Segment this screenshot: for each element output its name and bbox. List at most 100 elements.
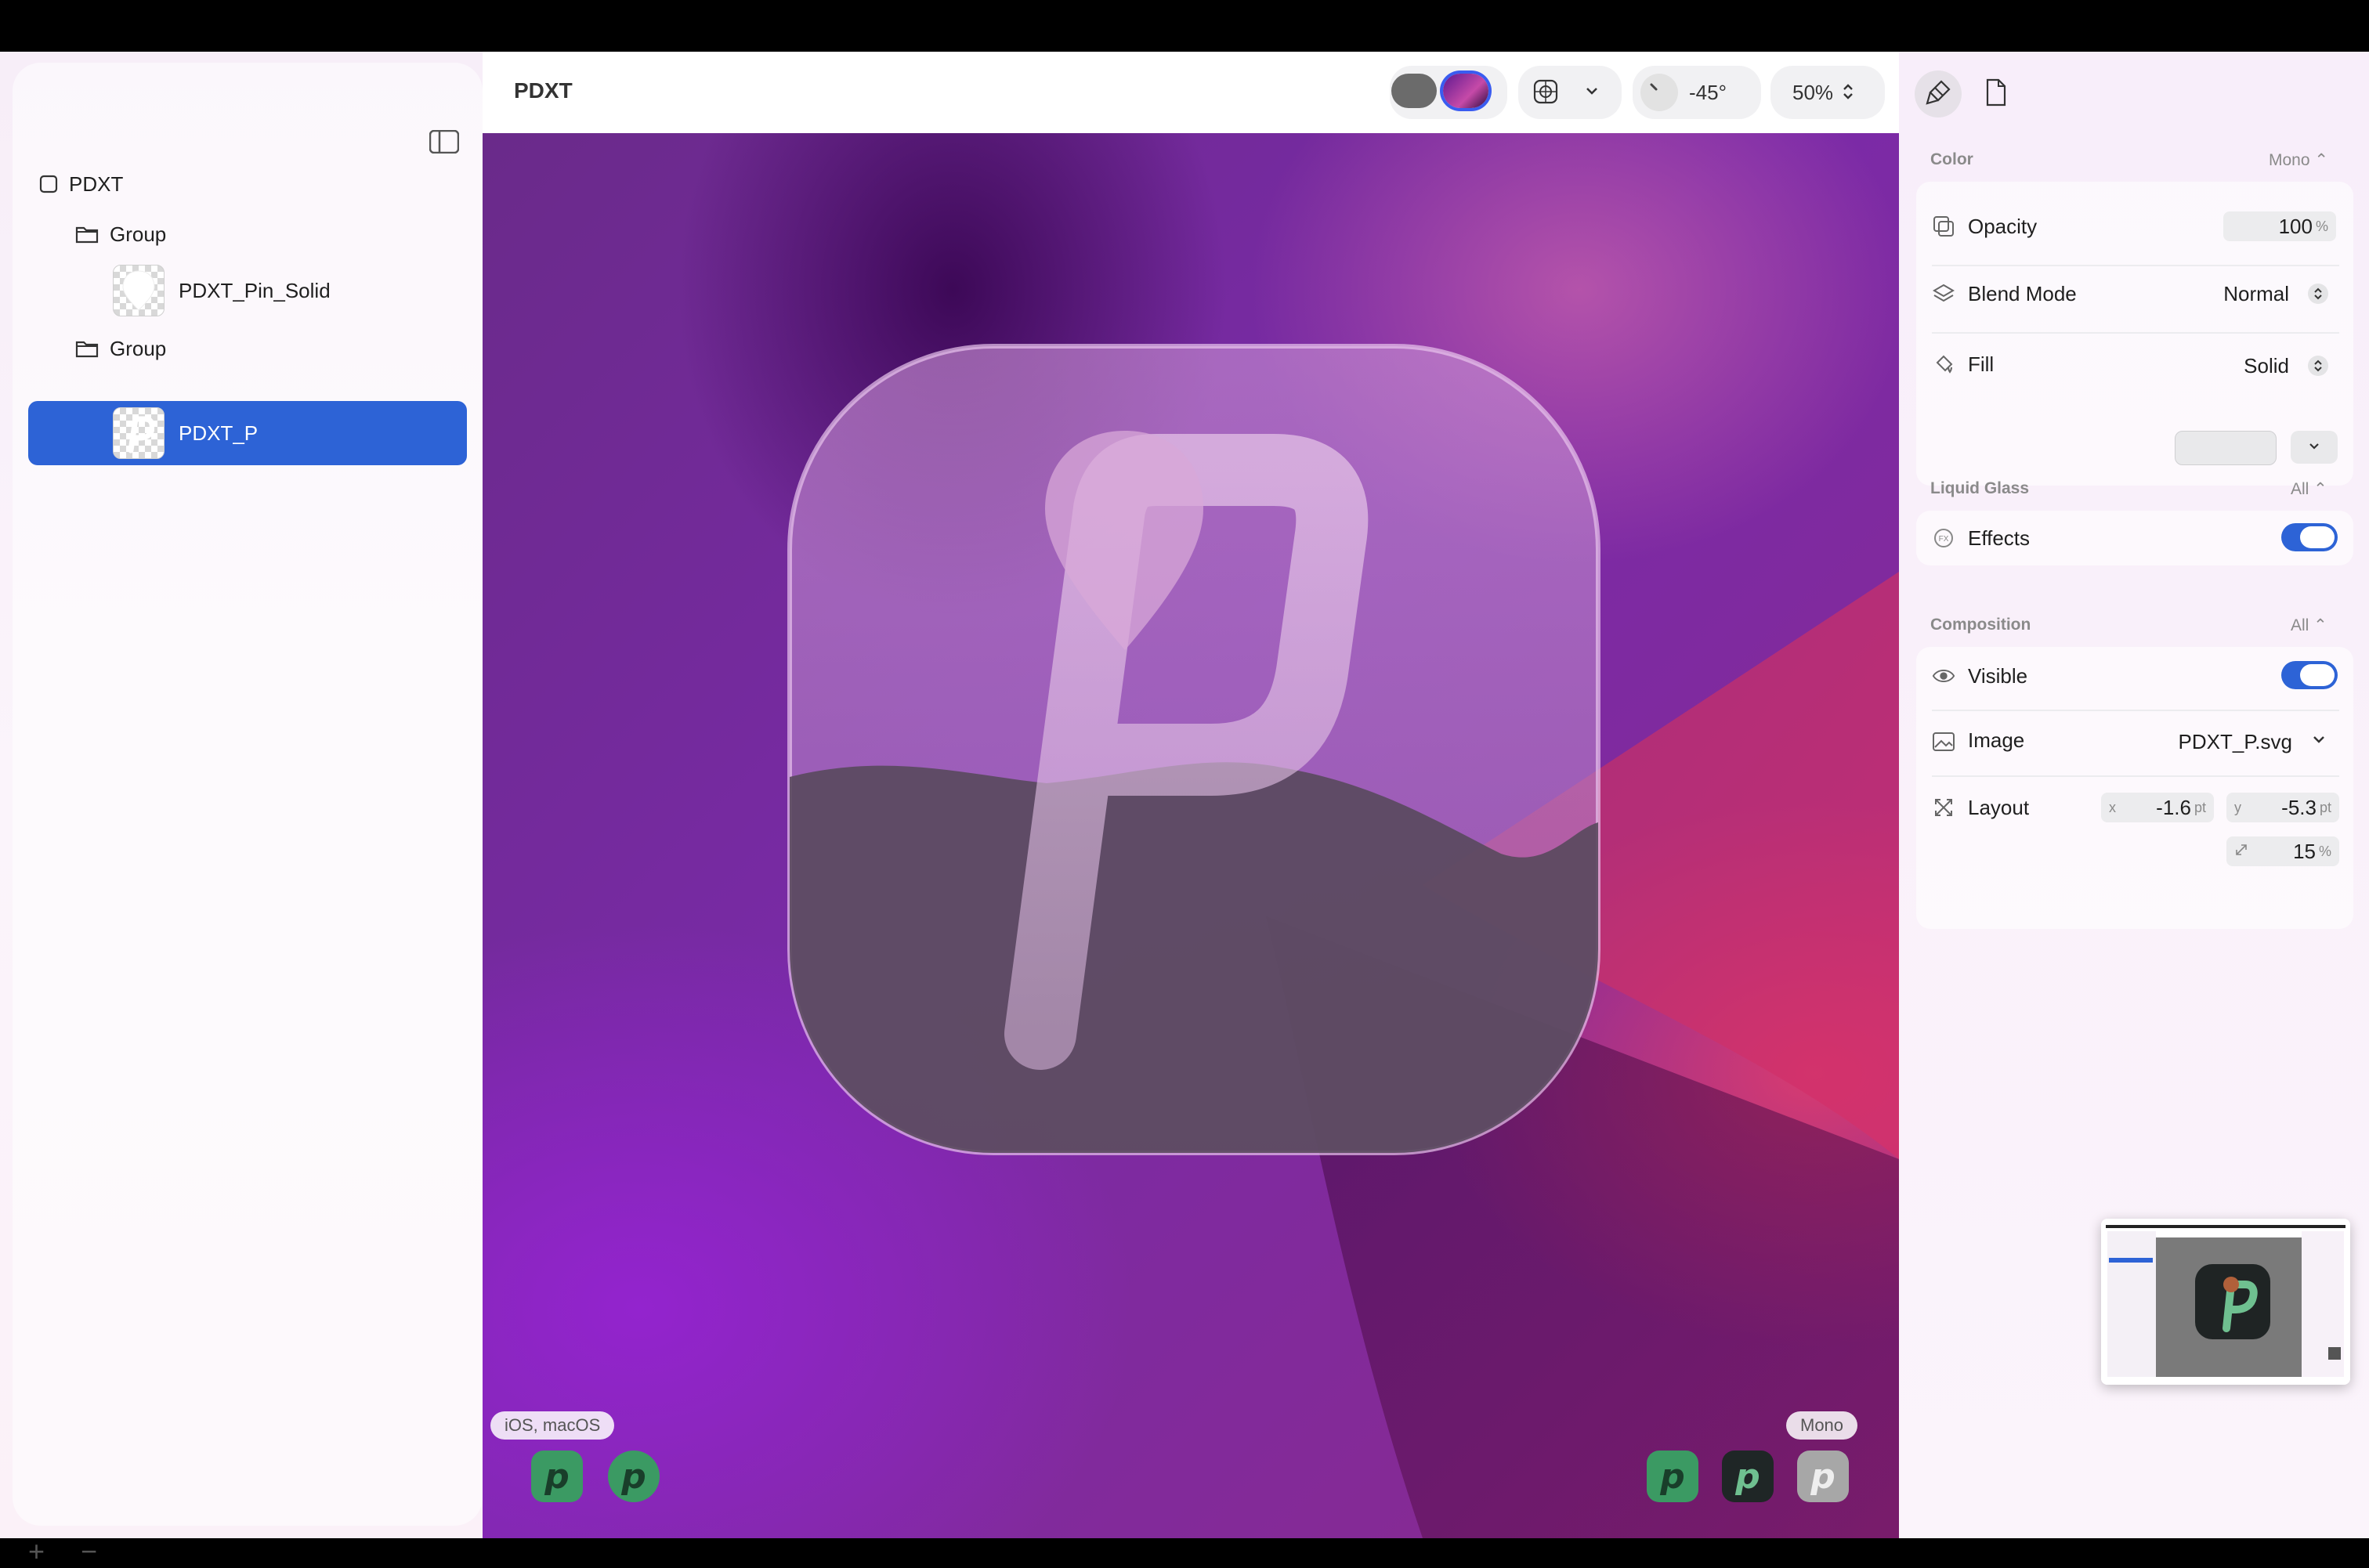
folder-icon (75, 339, 99, 358)
liquid-glass-section-label: Liquid Glass (1930, 479, 2030, 497)
chevron-down-icon[interactable] (1584, 83, 1600, 103)
layer-p[interactable]: PDXT_P (113, 407, 259, 459)
opacity-value: 100 (2278, 214, 2313, 238)
y-axis-letter: y (2234, 799, 2241, 815)
fill-dropdown-button[interactable] (2291, 431, 2338, 464)
layer-root-label: PDXT (69, 172, 124, 196)
chevron-down-icon[interactable] (2311, 732, 2327, 751)
color-card: Opacity 100% Blend Mode Normal Fill Soli… (1916, 182, 2353, 486)
dark-preview[interactable]: p (1722, 1451, 1774, 1502)
mode-chip: Mono (1786, 1411, 1858, 1440)
remove-layer-button[interactable]: − (81, 1535, 97, 1567)
document-icon (1984, 78, 2008, 110)
layout-label: Layout (1968, 796, 2030, 819)
y-unit: pt (2319, 799, 2331, 815)
preview-letter: p (621, 1456, 646, 1497)
layout-arrows-icon (1932, 796, 1955, 819)
fill-color-well[interactable] (2175, 431, 2277, 465)
image-value[interactable]: PDXT_P.svg (2151, 730, 2292, 754)
eye-icon (1932, 664, 1955, 688)
document-square-icon (39, 175, 58, 193)
opacity-field[interactable]: 100% (2223, 211, 2336, 241)
fill-stepper-icon[interactable] (2308, 356, 2328, 376)
image-icon (1932, 730, 1955, 753)
scale-unit: % (2318, 843, 2331, 859)
fill-bucket-icon (1932, 352, 1955, 376)
icon-canvas[interactable]: iOS, macOS p p Mono p p p (483, 133, 1899, 1538)
angle-value[interactable]: -45° (1689, 81, 1727, 105)
paintbrush-icon (1924, 78, 1952, 110)
divider (1932, 265, 2339, 266)
lighting-icon[interactable] (1532, 78, 1559, 109)
layer-pin[interactable]: PDXT_Pin_Solid (113, 265, 331, 316)
appearance-color-swatch[interactable] (1443, 74, 1488, 108)
opacity-unit: % (2315, 218, 2328, 234)
zoom-stepper-icon[interactable] (1841, 81, 1855, 106)
layout-y-field[interactable]: y -5.3 pt (2226, 793, 2339, 822)
composition-card: Visible Image PDXT_P.svg Layout x -1.6 pt… (1916, 647, 2353, 929)
angle-dial-icon[interactable] (1640, 74, 1678, 111)
layer-group-2[interactable]: Group (75, 326, 166, 371)
opacity-icon (1932, 215, 1955, 238)
mono-preview[interactable]: p (1797, 1451, 1849, 1502)
layout-scale-value: 15 (2293, 839, 2316, 863)
chevron-down-icon (2308, 439, 2320, 456)
layer-group-1[interactable]: Group (75, 211, 166, 257)
inspector-tab-appearance[interactable] (1915, 70, 1962, 117)
add-layer-button[interactable]: + (28, 1535, 45, 1567)
preview-letter: p (1660, 1456, 1685, 1497)
layer-p-label: PDXT_P (179, 421, 259, 445)
platform-chip: iOS, macOS (490, 1411, 615, 1440)
macos-preview[interactable]: p (608, 1451, 660, 1502)
layer-thumbnail (113, 265, 165, 316)
ios-light-preview[interactable]: p (531, 1451, 583, 1502)
effects-icon: FX (1932, 526, 1955, 550)
layer-root[interactable]: PDXT (39, 161, 123, 207)
layer-group-1-label: Group (110, 222, 167, 246)
effects-label: Effects (1968, 526, 2031, 550)
scale-arrow-icon (2234, 843, 2248, 861)
color-mode-selector[interactable]: Mono ⌃ (2269, 150, 2328, 170)
menu-bar (0, 0, 2369, 52)
svg-text:FX: FX (1939, 535, 1949, 544)
toolbar: PDXT -45° 50% (483, 52, 1899, 133)
effects-toggle[interactable] (2281, 523, 2338, 551)
fill-value[interactable]: Solid (2183, 354, 2289, 378)
divider (1932, 775, 2339, 777)
x-unit: pt (2194, 799, 2206, 815)
appearance-gray-swatch[interactable] (1391, 74, 1437, 108)
preview-letter: p (1810, 1456, 1836, 1497)
document-title: PDXT (514, 78, 573, 103)
layout-x-value: -1.6 (2156, 795, 2191, 819)
divider (1932, 332, 2339, 334)
liquid-glass-mode-selector[interactable]: All ⌃ (2291, 479, 2327, 499)
layout-x-field[interactable]: x -1.6 pt (2101, 793, 2214, 822)
layout-scale-field[interactable]: 15% (2226, 836, 2339, 866)
folder-icon (75, 225, 99, 244)
opacity-label: Opacity (1968, 215, 2038, 238)
screenshot-preview-thumbnail[interactable] (2101, 1219, 2350, 1385)
composition-mode-selector[interactable]: All ⌃ (2291, 616, 2327, 635)
blend-mode-stepper-icon[interactable] (2308, 284, 2328, 304)
blend-mode-label: Blend Mode (1968, 282, 2077, 305)
liquid-glass-card: FX Effects (1916, 511, 2353, 565)
divider (1932, 710, 2339, 711)
layer-pin-label: PDXT_Pin_Solid (179, 278, 331, 302)
zoom-value[interactable]: 50% (1792, 81, 1833, 105)
image-label: Image (1968, 728, 2025, 752)
light-preview[interactable]: p (1647, 1451, 1698, 1502)
preview-letter: p (1735, 1456, 1760, 1497)
color-section-label: Color (1930, 150, 1973, 168)
sidebar-toggle-icon[interactable] (429, 129, 460, 154)
layout-y-value: -5.3 (2281, 795, 2317, 819)
composition-section-label: Composition (1930, 616, 2031, 634)
layer-group-2-label: Group (110, 336, 167, 360)
blend-mode-icon (1932, 282, 1955, 305)
visible-toggle[interactable] (2281, 661, 2338, 689)
visible-label: Visible (1968, 664, 2028, 688)
sidebar-footer: + − (28, 1535, 97, 1568)
blend-mode-value[interactable]: Normal (2183, 282, 2289, 306)
inspector-tab-document[interactable] (1973, 70, 2020, 117)
preview-letter: p (544, 1456, 570, 1497)
canvas-backdrop (787, 344, 1899, 1538)
